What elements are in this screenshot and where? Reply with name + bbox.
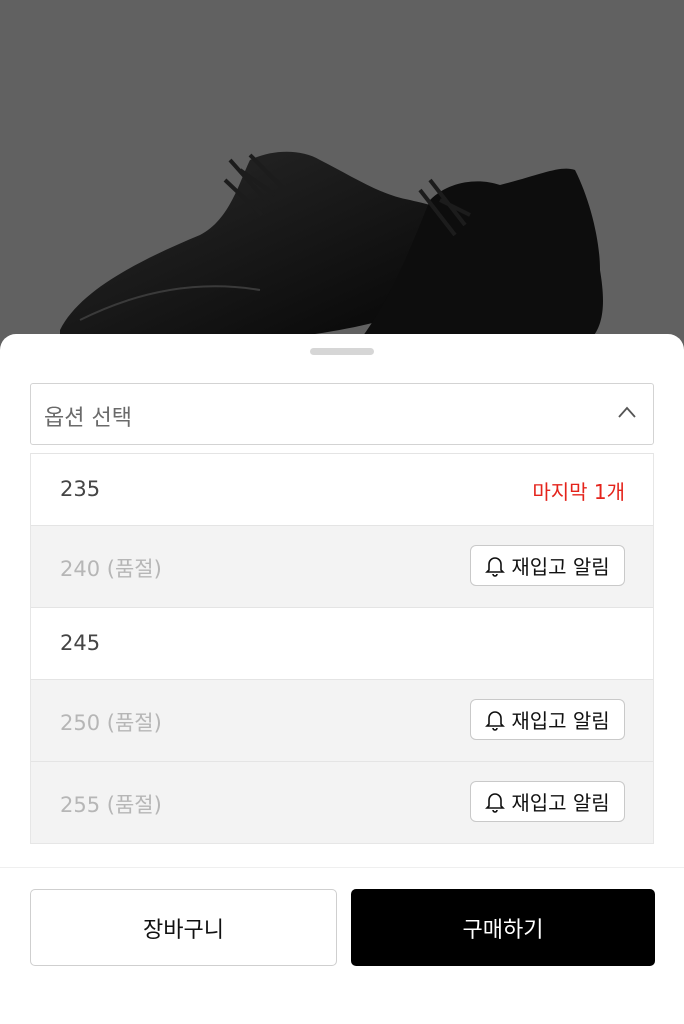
restock-alert-label: 재입고 알림 xyxy=(511,555,610,579)
product-image-shoes xyxy=(60,151,603,340)
restock-alert-button[interactable]: 재입고 알림 xyxy=(470,781,625,822)
option-label: 255 (품절) xyxy=(60,793,162,817)
restock-alert-button[interactable]: 재입고 알림 xyxy=(470,545,625,586)
option-label: 245 xyxy=(60,631,101,655)
option-label: 250 (품절) xyxy=(60,711,162,735)
bell-icon xyxy=(485,792,506,813)
option-item-235[interactable]: 235 마지막 1개 xyxy=(31,453,653,525)
buy-now-button[interactable]: 구매하기 xyxy=(351,889,655,966)
bell-icon xyxy=(485,710,506,731)
divider xyxy=(0,867,684,868)
restock-alert-label: 재입고 알림 xyxy=(511,791,610,815)
option-label: 240 (품절) xyxy=(60,557,162,581)
option-select-dropdown[interactable]: 옵션 선택 xyxy=(30,383,654,445)
option-item-240: 240 (품절) 재입고 알림 xyxy=(31,525,653,607)
sheet-handle[interactable] xyxy=(310,348,374,355)
option-item-245[interactable]: 245 xyxy=(31,607,653,679)
option-select-label: 옵션 선택 xyxy=(44,406,132,431)
add-to-cart-button[interactable]: 장바구니 xyxy=(30,889,337,966)
bell-icon xyxy=(485,556,506,577)
option-item-255: 255 (품절) 재입고 알림 xyxy=(31,761,653,843)
option-list: 235 마지막 1개 240 (품절) 재입고 알림 245 250 (품절) xyxy=(30,453,654,844)
chevron-up-icon xyxy=(618,406,636,418)
restock-alert-button[interactable]: 재입고 알림 xyxy=(470,699,625,740)
option-bottom-sheet: 옵션 선택 235 마지막 1개 240 (품절) 재입고 알림 245 250… xyxy=(0,334,684,1024)
option-label: 235 xyxy=(60,477,101,501)
restock-alert-label: 재입고 알림 xyxy=(511,709,610,733)
option-item-250: 250 (품절) 재입고 알림 xyxy=(31,679,653,761)
low-stock-badge: 마지막 1개 xyxy=(532,480,625,504)
